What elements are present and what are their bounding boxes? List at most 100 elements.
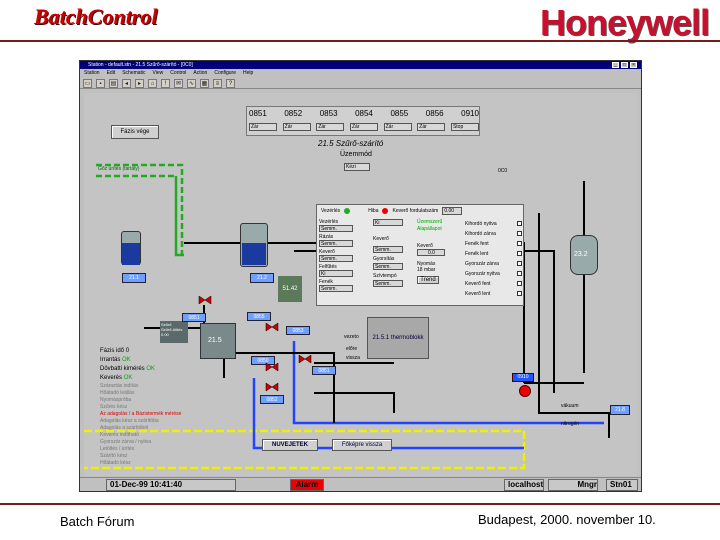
- station-field: Stn01: [606, 479, 638, 491]
- row-dropdown[interactable]: Semm.: [319, 240, 353, 247]
- control-panel-header: Vezérlés Hiba Keverő fordulatszám 0.00: [321, 207, 521, 215]
- indicator-box: [517, 221, 522, 226]
- tank-21-1-tag[interactable]: 21.1: [122, 273, 146, 283]
- detail-icon[interactable]: ≡: [213, 78, 222, 88]
- status-line-value: OK: [122, 357, 131, 363]
- grey-status: Keverés indítható: [100, 432, 139, 438]
- valve-tag[interactable]: 0855: [247, 312, 271, 321]
- print-icon[interactable]: ▤: [109, 78, 118, 88]
- tank-23-2-tag: 23.2: [574, 251, 588, 258]
- unit-state-dropdown[interactable]: Zár: [282, 123, 311, 131]
- status-led-green: [344, 208, 351, 214]
- maximize-icon[interactable]: □: [621, 62, 628, 68]
- phase-end-button[interactable]: Fázis vége: [111, 125, 159, 139]
- indicator-label: Keverő lent: [465, 291, 491, 297]
- alarm-indicator[interactable]: Alarm: [290, 479, 324, 491]
- unit-state-dropdown[interactable]: Zár: [383, 123, 412, 131]
- row-dropdown[interactable]: Semm.: [319, 285, 353, 292]
- unit-0854: 0854: [355, 109, 373, 118]
- help-icon[interactable]: ?: [226, 78, 235, 88]
- status-led-red: [382, 208, 389, 214]
- grey-status: Gyorszár zárva / nyitva: [100, 439, 152, 445]
- mid-dropdown[interactable]: Semm.: [373, 280, 403, 287]
- host-field: localhost: [504, 479, 544, 491]
- trend-button[interactable]: Trend: [417, 276, 439, 284]
- status-line: Fázis idő 0: [100, 347, 186, 356]
- new-batch-button[interactable]: NUVEJETEK: [262, 439, 318, 451]
- tank-21-1-level: [122, 243, 140, 265]
- status-line: Keverés OK: [100, 374, 186, 383]
- unit-0853: 0853: [319, 109, 338, 118]
- close-icon[interactable]: ×: [630, 62, 637, 68]
- pump-icon[interactable]: [519, 385, 531, 397]
- menu-action[interactable]: Action: [193, 69, 207, 77]
- menu-edit[interactable]: Edit: [107, 69, 116, 77]
- mid-label: Szívtempó: [373, 273, 397, 279]
- valve-tag[interactable]: 0851: [312, 366, 336, 375]
- unit-state-dropdown[interactable]: Zár: [417, 123, 446, 131]
- unit-state-dropdown[interactable]: Zár: [249, 123, 277, 131]
- footer-right-text: Budapest, 2000. november 10.: [478, 512, 656, 527]
- menu-view[interactable]: View: [153, 69, 164, 77]
- valve-tag[interactable]: 0851: [182, 313, 206, 322]
- status-line-label: Irrantás: [100, 357, 121, 363]
- thermoblock[interactable]: 21.5.1 thermoblokk: [367, 317, 429, 359]
- mid-label: Gyorsítás: [373, 256, 395, 262]
- minimize-icon[interactable]: _: [612, 62, 619, 68]
- mid-dropdown[interactable]: Semm.: [373, 263, 403, 270]
- trend-icon[interactable]: ∿: [187, 78, 196, 88]
- to-evaporator-label: Gőz ürítés (tartály): [98, 166, 140, 172]
- unit-state-dropdown[interactable]: Stop: [450, 123, 479, 131]
- row-dropdown[interactable]: Semm.: [319, 225, 353, 232]
- menu-control[interactable]: Control: [170, 69, 186, 77]
- back-icon[interactable]: ◂: [122, 78, 131, 88]
- line-label-vakuum: vákuum: [561, 403, 579, 409]
- indicator-box: [517, 281, 522, 286]
- toolbar: ▭ ▪ ▤ ◂ ▸ ⌂ ! ✉ ∿ ▦ ≡ ?: [80, 78, 641, 89]
- out-tag[interactable]: 21.8: [610, 405, 630, 415]
- line-label-elore: előre: [346, 346, 358, 352]
- unit-state-dropdown[interactable]: Zár: [316, 123, 345, 131]
- pressure-unit: mbar: [423, 267, 436, 273]
- value-display: 51.42: [278, 276, 302, 302]
- header-hiba: Hiba: [368, 208, 379, 214]
- menu-station[interactable]: Station: [84, 69, 100, 77]
- status-readouts: Üzemszerű Alapállapot Keverő 0.0 Nyomás …: [417, 219, 461, 284]
- line-label-nitrogen: nitrogén: [561, 421, 580, 427]
- message-icon[interactable]: ✉: [174, 78, 183, 88]
- home-icon[interactable]: ⌂: [148, 78, 157, 88]
- forward-icon[interactable]: ▸: [135, 78, 144, 88]
- unit-0851: 0851: [249, 109, 267, 118]
- row-dropdown[interactable]: Ki: [319, 270, 353, 277]
- indicator-label: Gyorszár zárva: [465, 261, 499, 267]
- line-label-vissza: vissza: [346, 355, 360, 361]
- back-to-main-button[interactable]: Főképre vissza: [332, 439, 392, 451]
- unit-state-dropdown[interactable]: Zár: [349, 123, 378, 131]
- tank-21-2-tag[interactable]: 21.2: [250, 273, 274, 283]
- group-icon[interactable]: ▦: [200, 78, 209, 88]
- valve-tag[interactable]: 0853: [286, 326, 310, 335]
- status-bar: 01-Dec-99 10:41:40 Alarm localhost Stn01…: [80, 477, 641, 491]
- mid-dropdown[interactable]: Ki: [373, 219, 403, 226]
- status-line-label: Fázis idő: [100, 348, 125, 354]
- alarm-icon[interactable]: !: [161, 78, 170, 88]
- valve-tag[interactable]: 0852: [260, 395, 284, 404]
- pump-tag[interactable]: 0910: [512, 373, 534, 382]
- mode-dropdown[interactable]: Kézi: [344, 163, 370, 171]
- status-line-value: OK: [146, 366, 156, 372]
- header-speed: Keverő fordulatszám: [392, 208, 439, 214]
- save-icon[interactable]: ▪: [96, 78, 105, 88]
- open-icon[interactable]: ▭: [83, 78, 92, 88]
- indicator-label: Kihordó nyitva: [465, 221, 497, 227]
- status-line-value: 0: [125, 348, 130, 354]
- status-line: Dövbatti kimérés OK: [100, 365, 186, 374]
- mode-label: Üzemmód: [340, 151, 372, 158]
- menu-help[interactable]: Help: [243, 69, 253, 77]
- mid-dropdown[interactable]: Semm.: [373, 246, 403, 253]
- row-dropdown[interactable]: Semm.: [319, 255, 353, 262]
- menu-configure[interactable]: Configure: [214, 69, 236, 77]
- filter-dryer-tag: 21.5: [208, 337, 222, 344]
- info-line: 0.00: [161, 332, 169, 337]
- valve-tag[interactable]: 0850: [251, 356, 275, 365]
- menu-schematic[interactable]: Schematic: [122, 69, 145, 77]
